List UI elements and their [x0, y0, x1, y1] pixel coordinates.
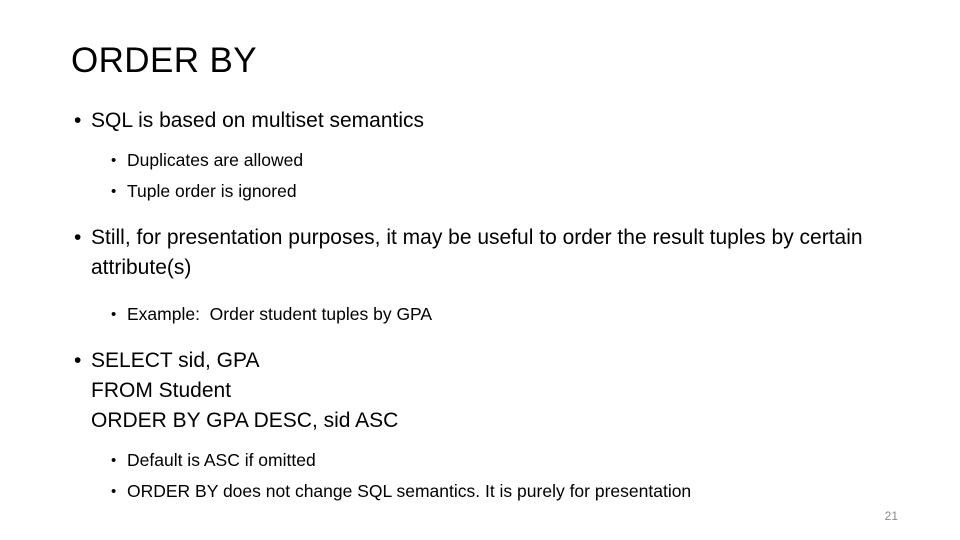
bullet-level2-text: Duplicates are allowed	[127, 150, 304, 170]
bullet-level2-text: ORDER BY does not change SQL semantics. …	[127, 481, 692, 501]
bullet-level2: • ORDER BY does not change SQL semantics…	[0, 476, 960, 507]
bullet-level2: • Duplicates are allowed	[0, 145, 960, 176]
bullet-marker-icon: •	[111, 183, 117, 200]
bullet-marker-icon: •	[111, 152, 117, 169]
slide-number: 21	[884, 509, 898, 523]
bullet-group-multiset-semantics: • SQL is based on multiset semantics • D…	[0, 106, 960, 207]
page-title: ORDER BY	[71, 41, 258, 80]
bullet-group-query-example: • SELECT sid, GPA FROM Student ORDER BY …	[0, 346, 960, 507]
bullet-marker-icon: •	[74, 226, 82, 249]
bullet-level1-text: SQL is based on multiset semantics	[91, 109, 425, 132]
slide: ORDER BY • SQL is based on multiset sema…	[0, 0, 960, 540]
bullet-marker-icon: •	[111, 483, 117, 500]
bullet-marker-icon: •	[74, 349, 82, 372]
bullet-level1-sql-query: • SELECT sid, GPA FROM Student ORDER BY …	[0, 346, 960, 436]
bullet-marker-icon: •	[111, 452, 117, 469]
bullet-marker-icon: •	[74, 109, 82, 132]
bullet-level2-text: Example: Order student tuples by GPA	[127, 304, 433, 324]
bullet-marker-icon: •	[111, 306, 117, 323]
bullet-level1: • SQL is based on multiset semantics	[0, 106, 960, 136]
bullet-level2: • Tuple order is ignored	[0, 176, 960, 207]
bullet-level2: • Example: Order student tuples by GPA	[0, 299, 960, 330]
bullet-level2-text: Default is ASC if omitted	[127, 450, 316, 470]
bullet-level1: • Still, for presentation purposes, it m…	[0, 223, 960, 283]
bullet-level2-text: Tuple order is ignored	[127, 181, 297, 201]
bullet-level1-text: Still, for presentation purposes, it may…	[91, 226, 863, 279]
bullet-level2: • Default is ASC if omitted	[0, 445, 960, 476]
slide-body: • SQL is based on multiset semantics • D…	[0, 106, 960, 507]
sql-query-text: SELECT sid, GPA FROM Student ORDER BY GP…	[91, 349, 399, 432]
bullet-group-presentation-ordering: • Still, for presentation purposes, it m…	[0, 223, 960, 330]
